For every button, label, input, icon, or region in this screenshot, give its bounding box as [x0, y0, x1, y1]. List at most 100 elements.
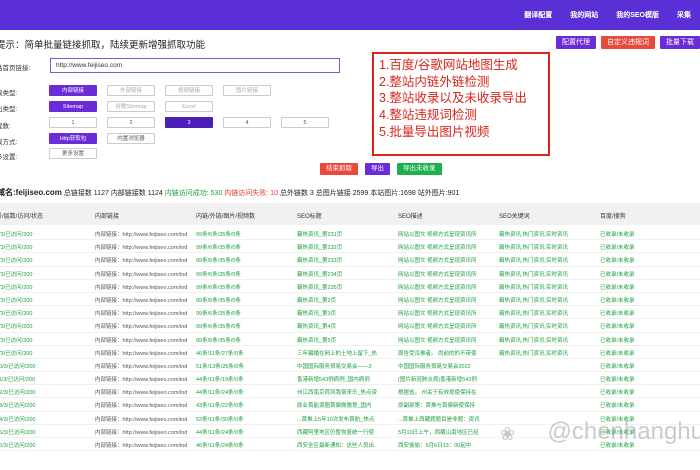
cell-seo-title: 霸热资讯_第231页	[297, 232, 343, 238]
export-button[interactable]: 导出	[365, 163, 390, 175]
cell-status: 6/3/已访问/200	[0, 311, 33, 318]
cell-index-status: 已收录/未收录	[600, 297, 635, 304]
option-thread-3[interactable]: 3	[165, 117, 213, 128]
option-image-links[interactable]: 图片链接	[223, 85, 271, 96]
option-thread-4[interactable]: 4	[223, 117, 271, 128]
table-row[interactable]: 12/3/已访问/200 内部链接：http://www.feijiseo.com…	[0, 385, 700, 399]
table-row[interactable]: 4/3/已访问/200 内部链接：http://www.feijiseo.com/…	[0, 280, 700, 293]
table-row[interactable]: 11/3/已访问/200 内部链接：http://www.feijiseo.com…	[0, 372, 700, 386]
cell-seo-description: 网站以图文 视频方式呈现资讯所	[398, 232, 477, 238]
col-header-seo-keywords: SEO关键词	[499, 214, 530, 220]
cell-internal-link[interactable]: 内部链接：http://www.feijiseo.com/ind	[95, 362, 193, 370]
table-row[interactable]: 7/3/已访问/200 内部链接：http://www.feijiseo.com/…	[0, 319, 700, 333]
fetch-method-label: 取方式:	[0, 139, 18, 146]
cell-seo-keywords: 霸热资讯,热门资讯,实时资讯	[499, 337, 569, 344]
cell-index-status: 已收录/未收录	[600, 271, 635, 278]
callout-line: 2.整站内链外链检测	[379, 74, 490, 89]
more-settings-button[interactable]: 更多设置	[49, 148, 97, 159]
cell-internal-link[interactable]: 内部链接：http://www.feijiseo.com/ind	[95, 243, 193, 251]
table-row[interactable]: 3/3/已访问/200 内部链接：http://www.feijiseo.com/…	[0, 267, 700, 280]
cell-internal-link[interactable]: 内部链接：http://www.feijiseo.com/ind	[95, 349, 193, 357]
cell-seo-description: 5月10日上午，西藏山南地区已经	[398, 429, 479, 436]
option-builtin-browser[interactable]: 内置浏览器	[107, 133, 155, 144]
nav-item-my-site[interactable]: 我的网站	[561, 10, 607, 20]
option-external-links[interactable]: 外部链接	[107, 85, 155, 96]
cell-link-counts: 46条/11条/24条/0条	[196, 443, 244, 449]
cell-status: 16/3/已访问/200	[0, 443, 36, 449]
option-http-fetch[interactable]: Http获取包	[49, 133, 97, 144]
crawl-type-options: 内部链接 外部链接 视频链接 图片链接	[49, 85, 281, 96]
stat-domain: 域名:feijiseo.com	[0, 188, 62, 197]
cell-internal-link[interactable]: 内部链接：http://www.feijiseo.com/ind	[95, 375, 193, 383]
table-row[interactable]: 2/3/已访问/200 内部链接：http://www.feijiseo.com/…	[0, 227, 700, 241]
stop-crawl-button[interactable]: 结束抓取	[320, 163, 358, 175]
cell-link-counts: 51条/13条/25条/0条	[196, 363, 244, 370]
export-type-label: 出类型:	[0, 106, 18, 113]
cell-link-counts: 43条/11条/22条/0条	[196, 403, 244, 410]
nav-item-translate[interactable]: 翻译配置	[515, 10, 561, 20]
cell-link-counts: 99条/6条/35条/0条	[196, 324, 241, 331]
cell-seo-description: 网站以图文 视频方式呈现资讯所	[398, 311, 477, 318]
stat-internal-ok: 内链访问成功: 530	[164, 190, 223, 197]
stat-external-links: 总外链数 3	[279, 190, 314, 197]
custom-banned-words-button[interactable]: 自定义违规词	[601, 36, 655, 49]
table-row[interactable]: 10/3/已访问/200 内部链接：http://www.feijiseo.com…	[0, 359, 700, 373]
cell-internal-link[interactable]: 内部链接：http://www.feijiseo.com/ind	[95, 428, 193, 436]
cell-internal-link[interactable]: 内部链接：http://www.feijiseo.com/ind	[95, 401, 193, 409]
option-thread-2[interactable]: 2	[107, 117, 155, 128]
option-video-links[interactable]: 视频链接	[165, 85, 213, 96]
cell-internal-link[interactable]: 内部链接：http://www.feijiseo.com/ind	[95, 296, 193, 304]
cell-seo-description: 网站以图文 视频方式呈现资讯所	[398, 324, 477, 331]
cell-seo-title: 香港新增543例病例_国内病例	[297, 377, 370, 384]
cell-internal-link[interactable]: 内部链接：http://www.feijiseo.com/ind	[95, 270, 193, 278]
option-sitemap[interactable]: Sitemap	[49, 101, 97, 112]
stat-image-links: 总图片链接 2599	[315, 190, 369, 197]
cell-link-counts: 99条/6条/35条/0条	[196, 245, 241, 252]
cell-internal-link[interactable]: 内部链接：http://www.feijiseo.com/ind	[95, 322, 193, 330]
cell-internal-link[interactable]: 内部链接：http://www.feijiseo.com/ind	[95, 256, 193, 264]
option-thread-5[interactable]: 5	[281, 117, 329, 128]
table-row[interactable]: 2/3/已访问/200 内部链接：http://www.feijiseo.com/…	[0, 240, 700, 254]
cell-seo-title: 中国国际服务贸易交易会——2	[297, 363, 372, 370]
cell-seo-keywords: 霸热资讯,热门资讯,实时资讯	[499, 324, 569, 331]
cell-index-status: 已收录/未收录	[600, 232, 635, 238]
cell-internal-link[interactable]: 内部链接：http://www.feijiseo.com/ind	[95, 415, 193, 423]
stat-site-images: 本站图片:1698	[370, 190, 416, 197]
table-row[interactable]: 9/3/已访问/200 内部链接：http://www.feijiseo.com/…	[0, 346, 700, 359]
nav-item-seo-templates[interactable]: 我的SEO模版	[607, 10, 668, 20]
stat-internal-fail: 内链访问失败: 10	[224, 190, 278, 197]
cell-index-status: 已收录/未收录	[600, 324, 635, 331]
nav-item-collect[interactable]: 采集	[668, 10, 700, 20]
proxy-config-button[interactable]: 配置代理	[556, 36, 596, 49]
cell-seo-keywords: 霸热资讯,热门资讯,实时资讯	[499, 350, 569, 357]
table-row[interactable]: 8/3/已访问/200 内部链接：http://www.feijiseo.com/…	[0, 333, 700, 346]
option-google-sitemap[interactable]: 谷歌Sitemap	[107, 101, 155, 112]
cell-link-counts: 46条/11条/27条/0条	[196, 350, 244, 357]
option-internal-links[interactable]: 内部链接	[49, 85, 97, 96]
cell-index-status: 已收录/未收录	[600, 245, 635, 252]
cell-status: 11/3/已访问/200	[0, 377, 36, 384]
cell-link-counts: 99条/6条/35条/0条	[196, 297, 241, 304]
cell-internal-link[interactable]: 内部链接：http://www.feijiseo.com/ind	[95, 230, 193, 238]
cell-internal-link[interactable]: 内部链接：http://www.feijiseo.com/ind	[95, 283, 193, 291]
table-row[interactable]: 13/3/已访问/200 内部链接：http://www.feijiseo.com…	[0, 398, 700, 412]
cell-internal-link[interactable]: 内部链接：http://www.feijiseo.com/ind	[95, 388, 193, 396]
cell-status: 10/3/已访问/200	[0, 363, 36, 370]
batch-download-button[interactable]: 批量下载	[660, 36, 700, 49]
cell-seo-description: 周告受浑佛者。 尚前的的不带使	[398, 350, 477, 357]
cell-status: 9/3/已访问/200	[0, 350, 33, 357]
cell-status: 2/3/已访问/200	[0, 258, 33, 265]
feature-callout: 1.百度/谷歌网站地图生成 2.整站内链外链检测 3.整站收录以及未收录导出 4…	[372, 52, 550, 156]
cell-internal-link[interactable]: 内部链接：http://www.feijiseo.com/ind	[95, 309, 193, 317]
cell-status: 5/3/已访问/200	[0, 297, 33, 304]
option-excel[interactable]: Excel	[165, 101, 213, 112]
table-row[interactable]: 6/3/已访问/200 内部链接：http://www.feijiseo.com/…	[0, 306, 700, 320]
table-row[interactable]: 5/3/已访问/200 内部链接：http://www.feijiseo.com/…	[0, 293, 700, 307]
cell-internal-link[interactable]: 内部链接：http://www.feijiseo.com/ind	[95, 336, 193, 344]
table-row[interactable]: 2/3/已访问/200 内部链接：http://www.feijiseo.com/…	[0, 253, 700, 267]
url-input[interactable]: http://www.feijiseo.com	[50, 58, 340, 73]
callout-line: 5.批量导出图片视频	[379, 124, 490, 139]
option-thread-1[interactable]: 1	[49, 117, 97, 128]
cell-internal-link[interactable]: 内部链接：http://www.feijiseo.com/ind	[95, 441, 193, 449]
export-unindexed-button[interactable]: 导出未收录	[397, 163, 442, 175]
